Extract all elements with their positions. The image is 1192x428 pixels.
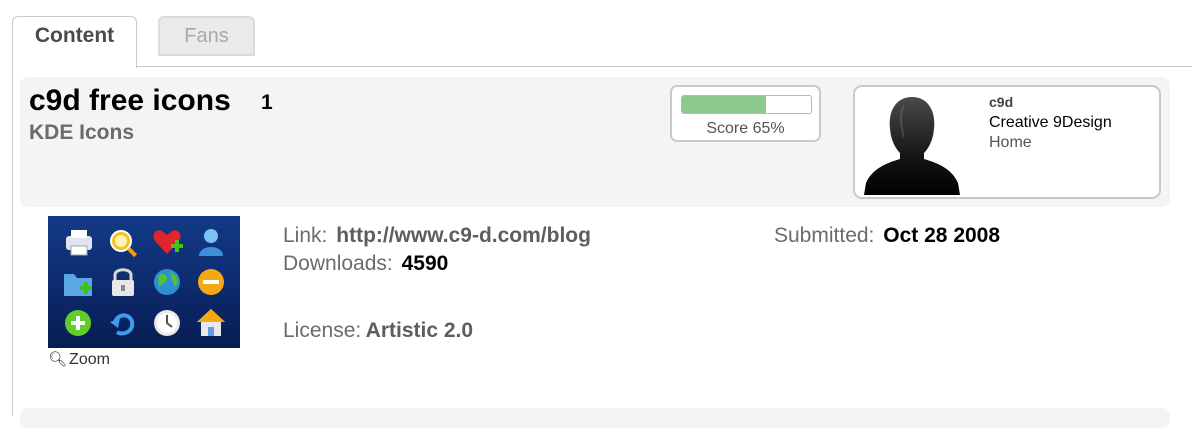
user-name-link[interactable]: c9d [989, 94, 1013, 110]
minus-icon [198, 269, 224, 295]
zoom-label: Zoom [69, 351, 110, 368]
icon-set-preview [64, 229, 225, 336]
magnifier-icon: 🔍︎ [48, 351, 68, 368]
score-label: Score 65% [706, 120, 785, 137]
license-label: License: [283, 319, 362, 342]
user-home-link[interactable]: Home [989, 134, 1032, 152]
printer-icon [66, 230, 92, 256]
downloads-row: Downloads: 4590 [283, 252, 448, 276]
link-label: Link: [283, 224, 328, 247]
item-category-link[interactable]: KDE Icons [29, 121, 134, 145]
downloads-label: Downloads: [283, 252, 393, 275]
license-row: License: Artistic 2.0 [283, 319, 473, 343]
add-icon [65, 310, 91, 336]
submitted-row: Submitted: Oct 28 2008 [774, 224, 1000, 248]
submitted-label: Submitted: [774, 224, 875, 247]
link-row: Link: http://www.c9-d.com/blog [283, 224, 591, 248]
item-title: c9d free icons [29, 84, 231, 117]
heart-plus-icon [153, 230, 183, 254]
link-value[interactable]: http://www.c9-d.com/blog [336, 224, 591, 247]
folder-add-icon [64, 274, 92, 296]
tab-content[interactable]: Content [12, 16, 137, 68]
downloads-value: 4590 [401, 252, 449, 275]
home-icon [197, 309, 225, 336]
user-full-name: Creative 9Design [989, 114, 1112, 131]
globe-icon [154, 269, 180, 295]
clock-icon [154, 310, 180, 336]
submitted-value: Oct 28 2008 [883, 224, 1001, 247]
score-widget: Score 65% [670, 85, 821, 142]
tab-bar: Content Fans [0, 0, 1192, 68]
item-count: 1 [261, 91, 273, 114]
user-silhouette-icon[interactable] [860, 91, 964, 195]
score-bar-fill [682, 96, 766, 113]
user-card: c9d Creative 9Design Home [853, 85, 1161, 199]
next-panel [20, 408, 1170, 428]
undo-icon [110, 313, 135, 336]
search-icon [110, 230, 138, 258]
zoom-link[interactable]: 🔍︎ Zoom [48, 350, 110, 369]
content-frame-border [12, 66, 13, 416]
user-icon [199, 229, 223, 256]
preview-thumbnail[interactable] [48, 216, 240, 348]
license-value[interactable]: Artistic 2.0 [366, 319, 473, 342]
score-bar [681, 95, 812, 114]
tab-fans[interactable]: Fans [158, 16, 255, 56]
lock-icon [112, 268, 134, 296]
tab-divider [12, 66, 1192, 67]
